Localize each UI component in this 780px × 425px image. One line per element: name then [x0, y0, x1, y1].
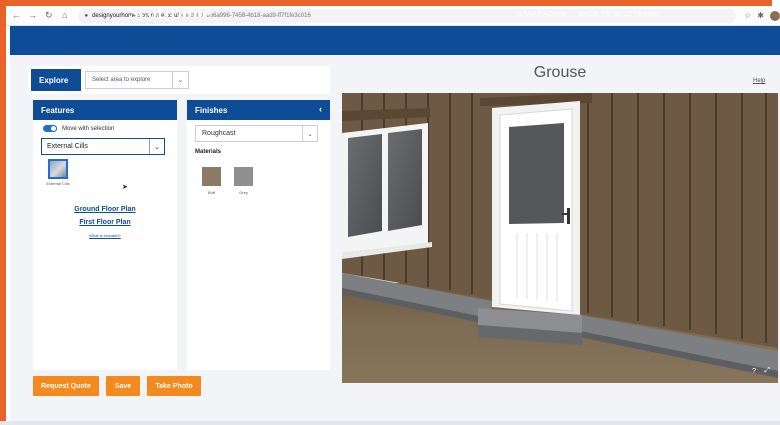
back-arrow-icon[interactable]: ←	[11, 10, 22, 22]
finishes-title: Finishes	[195, 105, 228, 115]
explore-area-select[interactable]: Select area to explore ⌄	[85, 71, 189, 89]
feature-select-value: External Cills	[47, 143, 88, 150]
browser-actions: ☆ ✱	[744, 10, 780, 21]
chevron-down-icon[interactable]: ⌄	[149, 139, 164, 154]
star-icon[interactable]: ☆	[744, 11, 751, 20]
buff-swatch[interactable]	[202, 167, 221, 186]
grey-swatch[interactable]	[234, 167, 253, 186]
external-cills-thumbnail[interactable]	[48, 159, 68, 179]
mouse-cursor-icon: ➤	[122, 184, 128, 191]
features-header: Features	[33, 100, 177, 120]
frame-bottom	[0, 421, 780, 425]
move-with-selection-row[interactable]: Move with selection	[43, 125, 114, 132]
fullscreen-icon[interactable]: ⤢	[764, 367, 770, 375]
model-title: Grouse	[533, 64, 587, 81]
move-with-selection-label: Move with selection	[62, 125, 115, 132]
extensions-icon[interactable]: ✱	[757, 11, 764, 20]
save-button[interactable]: Save	[106, 376, 140, 396]
move-with-selection-toggle[interactable]	[43, 125, 57, 132]
profile-avatar-icon[interactable]	[770, 10, 780, 21]
materials-label: Materials	[195, 149, 222, 155]
finish-select[interactable]: Roughcast ⌄	[195, 125, 318, 142]
browser-toolbar: ← → ↻ ⌂ ● designyourhome.scotframe.co.uk…	[6, 6, 780, 26]
chevron-down-icon[interactable]: ⌄	[172, 72, 188, 88]
buff-swatch-label: Buff	[207, 190, 216, 195]
request-quote-button[interactable]: Request Quote	[33, 376, 99, 396]
3d-viewer[interactable]: ? ⤢	[342, 93, 778, 383]
first-floor-plan-link[interactable]: First Floor Plan	[33, 219, 177, 226]
frame-left	[0, 0, 6, 425]
home-icon[interactable]: ⌂	[59, 10, 70, 22]
explore-button[interactable]: Explore	[31, 69, 81, 91]
grey-swatch-label: Grey	[239, 190, 248, 195]
thumbnail-label: External Cills	[46, 181, 70, 186]
help-question-icon[interactable]: ?	[752, 368, 756, 375]
house-render	[342, 93, 778, 383]
finish-select-value: Roughcast	[202, 130, 236, 137]
chevron-left-icon[interactable]: ‹	[319, 104, 322, 114]
lock-icon: ●	[84, 12, 89, 19]
what-is-included-link[interactable]: What is included?	[33, 233, 177, 238]
start-again-link[interactable]: START AGAIN	[518, 11, 566, 18]
feature-select[interactable]: External Cills ⌄	[41, 138, 165, 155]
take-photo-button[interactable]: Take Photo	[147, 376, 201, 396]
back-to-scotframe-link[interactable]: BACK TO SCOTFRAME	[579, 11, 659, 18]
scotframe-logo[interactable]: Scotframe	[128, 4, 212, 22]
ground-floor-plan-link[interactable]: Ground Floor Plan	[33, 206, 177, 213]
features-panel: Features Move with selection External Ci…	[33, 100, 177, 370]
help-link[interactable]: Help	[753, 78, 765, 84]
finishes-header: Finishes ‹	[187, 100, 330, 120]
site-header	[10, 26, 780, 55]
logo-tagline: BUILDING THE FUTURE	[130, 21, 170, 25]
finishes-panel: Finishes ‹ Roughcast ⌄ Materials Buff Gr…	[187, 100, 330, 370]
toggle-knob	[50, 125, 57, 132]
chevron-down-icon[interactable]: ⌄	[302, 126, 317, 141]
forward-arrow-icon[interactable]: →	[27, 10, 38, 22]
explore-select-placeholder: Select area to explore	[92, 77, 151, 83]
reload-icon[interactable]: ↻	[43, 10, 54, 22]
